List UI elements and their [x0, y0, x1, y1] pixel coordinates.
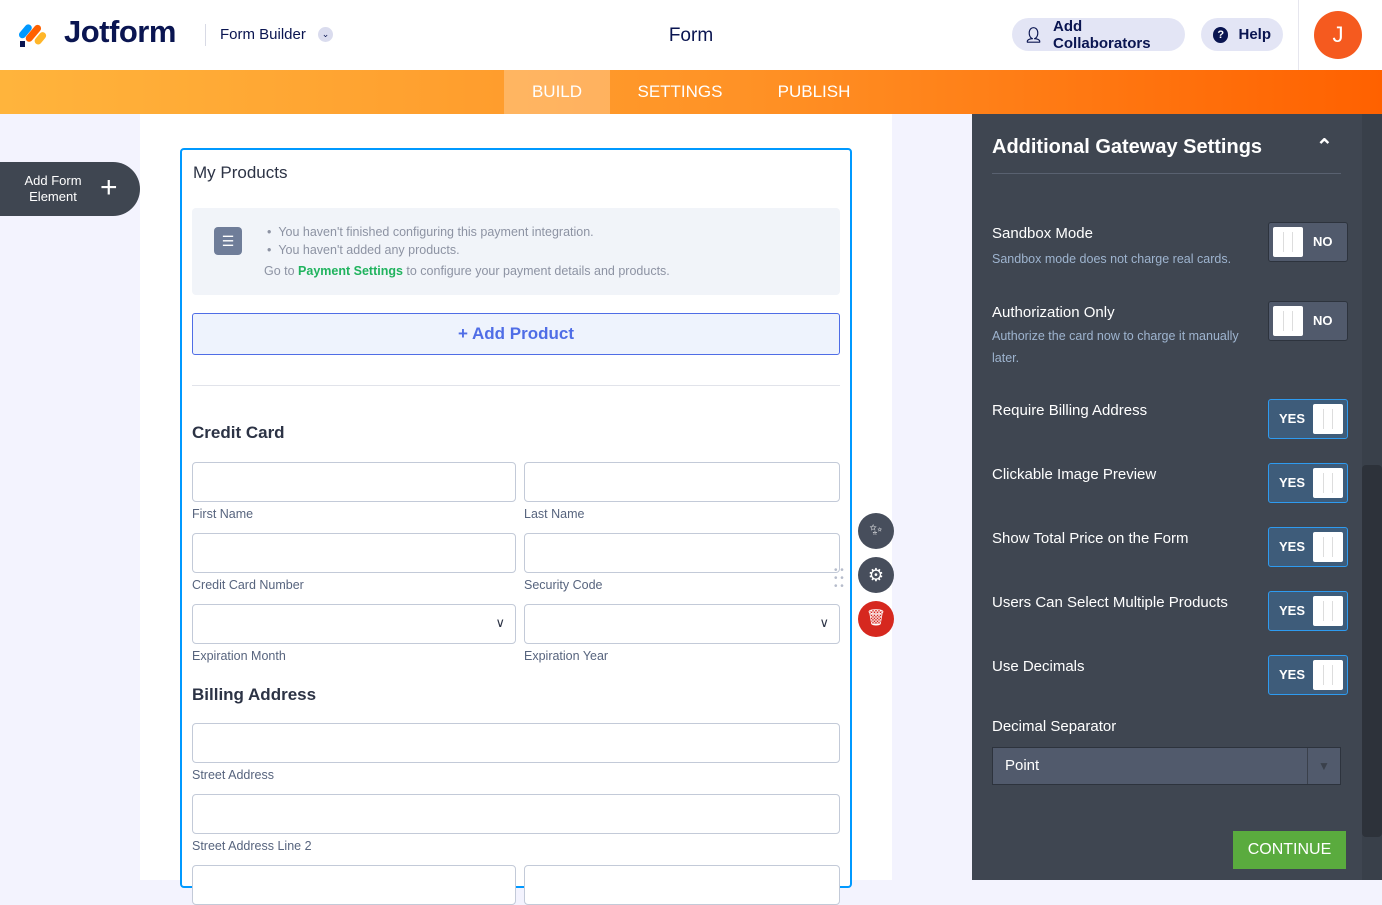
last-name-input[interactable]: [524, 462, 840, 502]
divider: [205, 24, 206, 46]
field-label: Street Address Line 2: [192, 839, 312, 853]
notice-goto: Go to Payment Settings to configure your…: [264, 264, 670, 278]
field-label: Expiration Month: [192, 649, 286, 663]
continue-button[interactable]: CONTINUE: [1233, 831, 1346, 869]
total-price-toggle[interactable]: YES: [1268, 527, 1348, 567]
billing-heading: Billing Address: [192, 685, 317, 704]
chevron-down-icon: ∨: [819, 615, 829, 630]
first-name-input[interactable]: [192, 462, 516, 502]
setting-label: Clickable Image Preview: [992, 466, 1157, 483]
plus-icon: +: [100, 171, 118, 204]
help-label: Help: [1238, 26, 1271, 43]
decimal-separator-select[interactable]: Point ▼: [992, 747, 1341, 785]
scrollbar-thumb[interactable]: [1362, 465, 1382, 837]
add-collaborators-button[interactable]: 👤︎ Add Collaborators: [1012, 17, 1185, 52]
credit-card-heading: Credit Card: [192, 423, 285, 442]
builder-tabs: BUILD SETTINGS PUBLISH: [0, 70, 1382, 114]
add-form-element-button[interactable]: Add Form Element +: [0, 162, 140, 216]
setting-description: Sandbox mode does not charge real cards.: [992, 252, 1232, 266]
help-button[interactable]: ? Help: [1201, 18, 1283, 51]
state-input[interactable]: [524, 865, 840, 905]
tab-build[interactable]: BUILD: [504, 70, 610, 114]
payment-settings-link[interactable]: Payment Settings: [298, 264, 403, 278]
notice-item: • You haven't finished configuring this …: [267, 225, 594, 239]
add-collaborators-label: Add Collaborators: [1053, 17, 1151, 52]
products-title: My Products: [193, 163, 288, 182]
card-number-input[interactable]: [192, 533, 516, 573]
gear-icon[interactable]: ⚙︎: [858, 557, 894, 593]
divider: [192, 385, 840, 386]
add-product-button[interactable]: + Add Product: [192, 313, 840, 355]
field-label: Security Code: [524, 578, 603, 592]
expiration-month-select[interactable]: ∨: [192, 604, 516, 644]
help-icon: ?: [1213, 26, 1229, 43]
setting-label: Require Billing Address: [992, 402, 1148, 419]
chevron-down-icon: ∨: [495, 615, 505, 630]
setting-label: Sandbox Mode: [992, 225, 1093, 242]
require-billing-toggle[interactable]: YES: [1268, 399, 1348, 439]
trash-icon[interactable]: 🗑︎: [858, 601, 894, 637]
add-form-element-label: Add Form Element: [24, 173, 82, 204]
field-label: Credit Card Number: [192, 578, 304, 592]
security-code-input[interactable]: [524, 533, 840, 573]
tab-settings[interactable]: SETTINGS: [610, 70, 750, 114]
top-header: Jotform Form Builder ⌄ Form 👤︎ Add Colla…: [0, 0, 1382, 70]
setting-label: Use Decimals: [992, 658, 1085, 675]
checklist-icon: ☰: [214, 227, 242, 255]
setting-label: Show Total Price on the Form: [992, 530, 1189, 547]
caret-down-icon: ▼: [1307, 748, 1340, 784]
magic-wand-icon[interactable]: ✨︎: [858, 513, 894, 549]
avatar[interactable]: J: [1314, 11, 1362, 59]
multiple-products-toggle[interactable]: YES: [1268, 591, 1348, 631]
jotform-logo-icon: [19, 24, 47, 47]
field-label: First Name: [192, 507, 254, 521]
form-title[interactable]: Form: [640, 25, 742, 47]
user-icon: 👤︎: [1024, 26, 1044, 44]
authorization-only-toggle[interactable]: NO: [1268, 301, 1348, 341]
field-label: Street Address: [192, 768, 274, 782]
street-address-2-input[interactable]: [192, 794, 840, 834]
divider: [1298, 0, 1299, 70]
drag-handle-icon[interactable]: • • • • • •: [834, 566, 846, 592]
street-address-input[interactable]: [192, 723, 840, 763]
tab-publish[interactable]: PUBLISH: [750, 70, 878, 114]
setting-label: Users Can Select Multiple Products: [992, 594, 1228, 611]
expiration-year-select[interactable]: ∨: [524, 604, 840, 644]
divider: [992, 173, 1341, 174]
chevron-down-icon[interactable]: ⌄: [318, 27, 333, 42]
field-label: Expiration Year: [524, 649, 609, 663]
panel-title: Additional Gateway Settings: [992, 136, 1263, 158]
image-preview-toggle[interactable]: YES: [1268, 463, 1348, 503]
sandbox-mode-toggle[interactable]: NO: [1268, 222, 1348, 262]
chevron-up-icon[interactable]: ⌃: [1316, 134, 1333, 159]
form-builder-switch[interactable]: Form Builder: [220, 26, 306, 43]
brand-name[interactable]: Jotform: [64, 14, 176, 50]
use-decimals-toggle[interactable]: YES: [1268, 655, 1348, 695]
setting-description: Authorize the card now to charge it manu…: [992, 329, 1239, 365]
field-label: Last Name: [524, 507, 585, 521]
notice-item: • You haven't added any products.: [267, 243, 460, 257]
setting-label: Authorization Only: [992, 304, 1115, 321]
decimal-separator-label: Decimal Separator: [992, 718, 1117, 735]
city-input[interactable]: [192, 865, 516, 905]
